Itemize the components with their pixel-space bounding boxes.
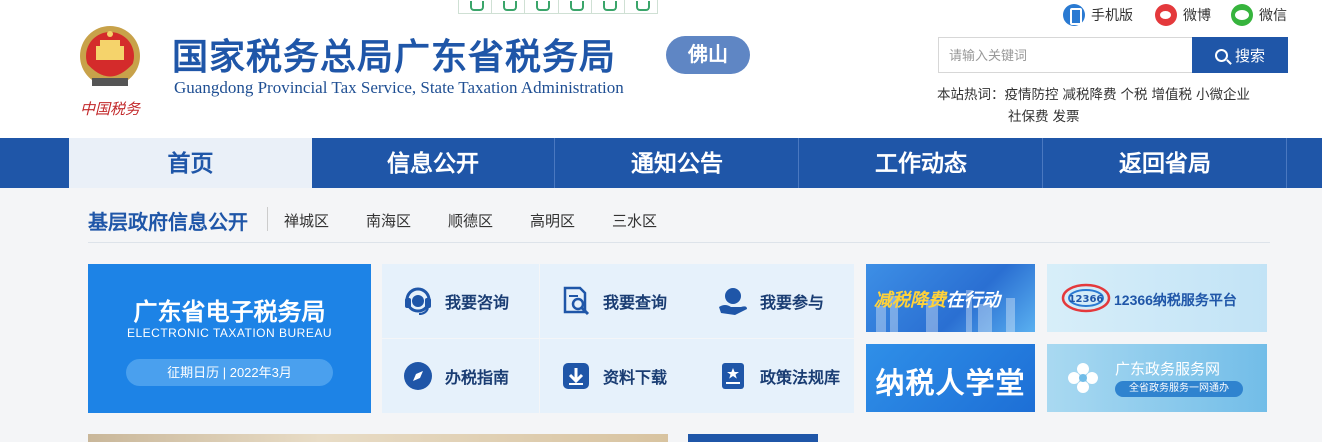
nav-item-notices[interactable]: 通知公告 (556, 138, 799, 188)
district-link-gaoming[interactable]: 高明区 (530, 210, 575, 231)
service-guide[interactable]: 办税指南 (382, 339, 539, 413)
gov-service-banner[interactable]: 广东政务服务网 全省政务服务一网通办 (1047, 344, 1267, 412)
gov-service-subtitle: 全省政务服务一网通办 (1115, 381, 1243, 397)
taxpayer-school-label: 纳税人学堂 (875, 368, 1026, 400)
download-icon (563, 363, 589, 389)
tax-cut-banner[interactable]: 减税降费在行动 (866, 264, 1035, 332)
gov-service-logo (1068, 363, 1098, 393)
accessibility-tool-icon[interactable] (592, 0, 625, 13)
wechat-label: 微信 (1259, 7, 1287, 23)
compass-icon (404, 362, 432, 390)
hot-word-link[interactable]: 个税 (1121, 87, 1148, 102)
wechat-link[interactable]: 微信 (1231, 4, 1287, 26)
national-emblem-logo[interactable]: 中国税务 (70, 14, 150, 122)
site-title[interactable]: 国家税务总局广东省税务局 (172, 28, 616, 80)
taxpayer-school-banner[interactable]: 纳税人学堂 (866, 344, 1035, 412)
accessibility-tool-icon[interactable] (492, 0, 526, 13)
hot-words: 本站热词：疫情防控 减税降费 个税 增值税 小微企业 社保费 发票 (937, 84, 1287, 128)
service-label: 我要咨询 (445, 295, 510, 312)
law-book-icon (722, 363, 744, 389)
hotline-12366-label: 12366纳税服务平台 (1114, 292, 1237, 308)
hotline-12366-logo: 12366 (1061, 283, 1111, 313)
gov-service-label: 广东政务服务网 (1115, 361, 1221, 378)
etb-subtitle: ELECTRONIC TAXATION BUREAU (126, 326, 333, 340)
tax-cut-banner-highlight: 减税降费 (874, 290, 946, 310)
nav-item-home[interactable]: 首页 (69, 138, 312, 188)
site-title-english: Guangdong Provincial Tax Service, State … (174, 78, 624, 97)
accessibility-tool-icon[interactable] (525, 0, 559, 13)
weibo-icon (1155, 4, 1177, 26)
hot-word-link[interactable]: 疫情防控 (1005, 87, 1059, 102)
service-label: 政策法规库 (760, 370, 841, 387)
accessibility-tool-icon[interactable] (625, 0, 657, 13)
search-button-label: 搜索 (1234, 47, 1265, 65)
etb-title: 广东省电子税务局 (133, 299, 326, 326)
district-link-shunde[interactable]: 顺德区 (448, 210, 493, 231)
hot-word-link[interactable]: 增值税 (1152, 87, 1193, 102)
service-policy-library[interactable]: 政策法规库 (697, 339, 854, 413)
news-tab[interactable] (688, 434, 818, 442)
service-label: 我要查询 (603, 295, 668, 312)
weibo-label: 微博 (1183, 7, 1211, 23)
service-query[interactable]: 我要查询 (540, 264, 697, 338)
accessibility-tool-icon[interactable] (559, 0, 592, 13)
search-button[interactable]: 搜索 (1192, 37, 1288, 73)
search-icon (1214, 48, 1228, 62)
weibo-link[interactable]: 微博 (1155, 4, 1211, 26)
hot-word-link[interactable]: 小微企业 (1196, 87, 1250, 102)
nav-item-info-disclosure[interactable]: 信息公开 (312, 138, 555, 188)
district-link-sanshui[interactable]: 三水区 (612, 210, 657, 231)
district-link-nanhai[interactable]: 南海区 (366, 210, 411, 231)
news-photo[interactable] (88, 434, 668, 442)
service-consult[interactable]: 我要咨询 (382, 264, 539, 338)
divider (267, 207, 268, 231)
mobile-icon (1063, 4, 1085, 26)
hotline-logo-number: 12366 (1069, 294, 1104, 305)
tax-cut-banner-text: 减税降费在行动 (874, 286, 1000, 312)
hotline-12366-banner[interactable]: 12366 12366纳税服务平台 (1047, 264, 1267, 332)
district-link-chancheng[interactable]: 禅城区 (284, 210, 329, 231)
city-badge[interactable]: 佛山 (666, 36, 750, 74)
wechat-icon (1231, 4, 1253, 26)
hot-words-label: 本站热词： (937, 87, 1005, 102)
district-info-title: 基层政府信息公开 (88, 212, 248, 234)
mobile-version-link[interactable]: 手机版 (1063, 4, 1133, 26)
hot-word-link[interactable]: 社保费 (1008, 109, 1049, 124)
hot-word-link[interactable]: 减税降费 (1063, 87, 1117, 102)
hand-participate-icon (719, 288, 747, 315)
tax-calendar-button[interactable]: 征期日历 | 2022年3月 (126, 359, 333, 386)
site-header: 中国税务 国家税务总局广东省税务局 Guangdong Provincial T… (0, 0, 1322, 138)
service-label: 资料下载 (603, 370, 668, 387)
document-search-icon (563, 286, 590, 316)
page: 中国税务 国家税务总局广东省税务局 Guangdong Provincial T… (0, 0, 1322, 442)
emblem-text: 中国税务 (80, 100, 142, 118)
nav-item-work-news[interactable]: 工作动态 (800, 138, 1043, 188)
tax-cut-banner-rest: 在行动 (946, 290, 1000, 310)
mobile-label: 手机版 (1091, 7, 1133, 23)
service-label: 我要参与 (760, 295, 825, 312)
search-input[interactable] (938, 37, 1192, 73)
divider (88, 242, 1270, 243)
headset-icon (405, 287, 431, 315)
accessibility-tool-icon[interactable] (459, 0, 493, 13)
service-participate[interactable]: 我要参与 (697, 264, 854, 338)
nav-item-back-to-province[interactable]: 返回省局 (1044, 138, 1287, 188)
hot-word-link[interactable]: 发票 (1053, 109, 1080, 124)
service-label: 办税指南 (445, 370, 510, 387)
top-toolbar (458, 0, 658, 14)
service-download[interactable]: 资料下载 (540, 339, 697, 413)
electronic-tax-bureau-card[interactable]: 广东省电子税务局 ELECTRONIC TAXATION BUREAU 征期日历… (88, 264, 371, 413)
